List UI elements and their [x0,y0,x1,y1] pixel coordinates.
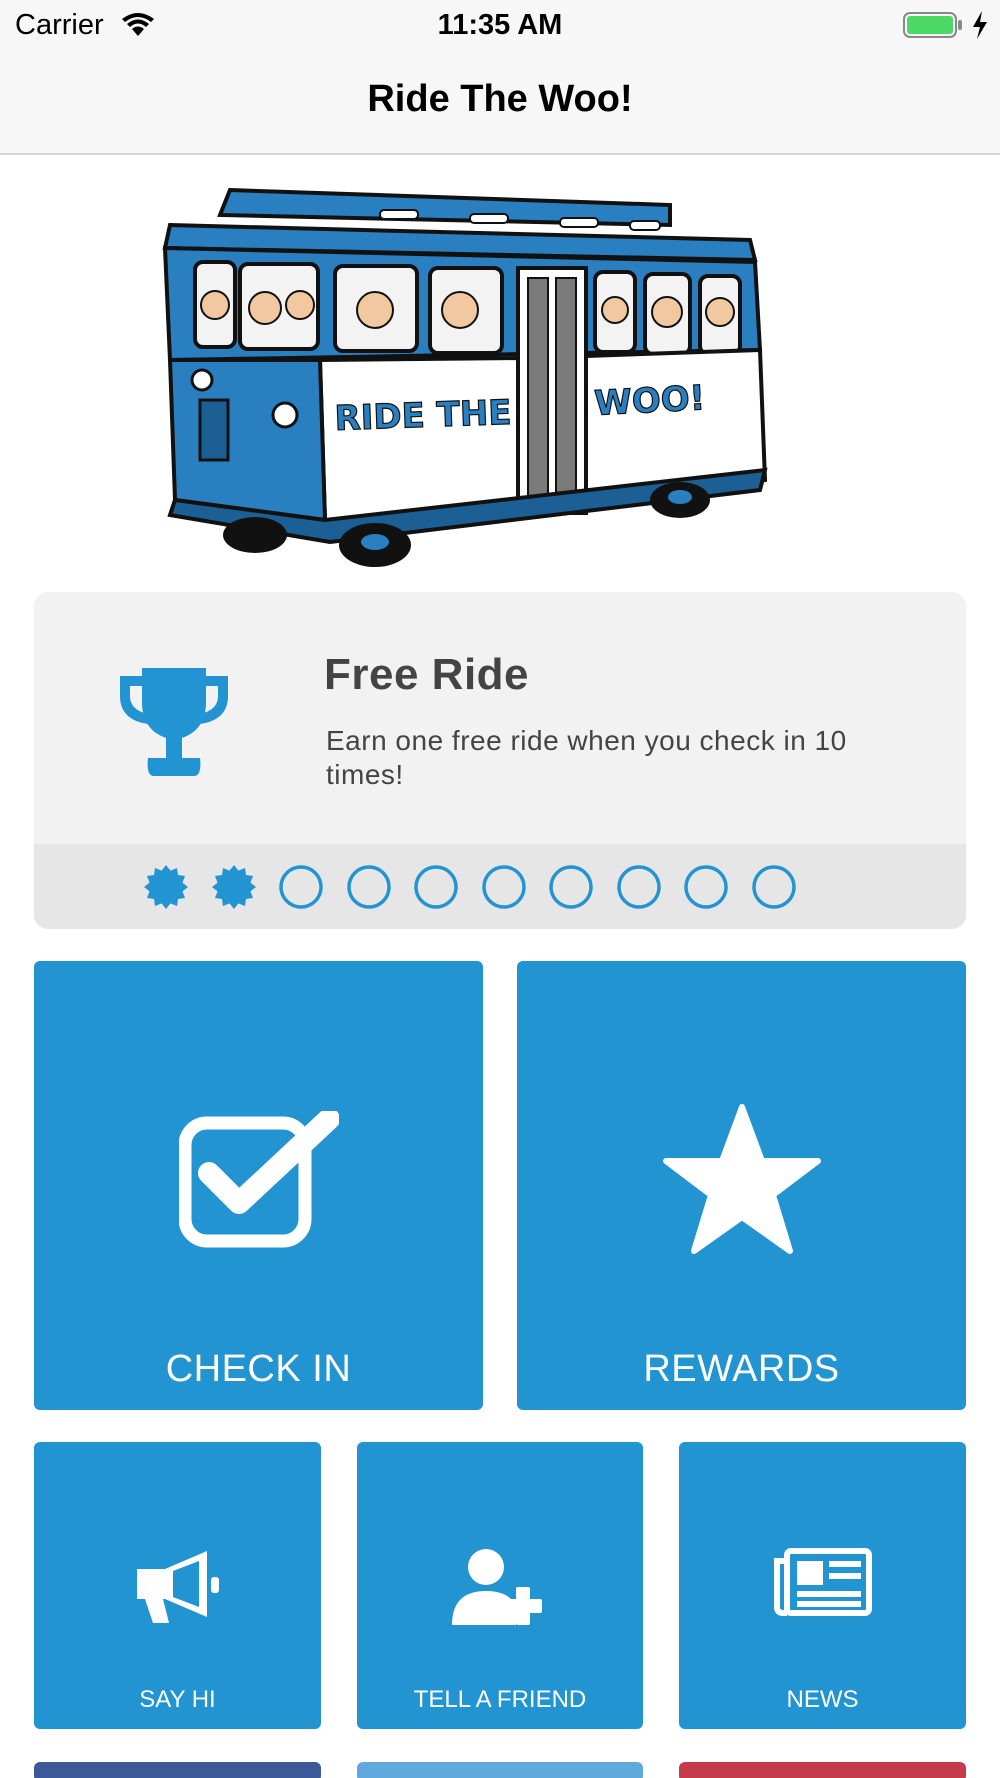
check-in-label: CHECK IN [165,1348,352,1390]
page-title: Ride The Woo! [367,78,633,120]
punch-empty-icon [549,865,593,909]
say-hi-button[interactable]: SAY HI [34,1442,321,1729]
checkbox-icon [179,1111,339,1248]
reward-title: Free Ride [324,650,530,699]
newspaper-icon [774,1548,872,1616]
battery-icon [903,12,962,38]
add-user-icon [452,1549,542,1625]
trolley-illustration: RIDE THE WOO! [162,187,768,567]
tell-a-friend-button[interactable]: TELL A FRIEND [357,1442,643,1729]
charging-icon [973,11,987,39]
news-label: NEWS [786,1686,859,1713]
punch-card-row [34,844,966,929]
punch-empty-icon [684,865,728,909]
clock: 11:35 AM [437,9,563,41]
pinterest-share-button[interactable] [679,1762,966,1778]
reward-progress-card[interactable]: Free Ride Earn one free ride when you ch… [34,592,966,929]
say-hi-label: SAY HI [139,1686,216,1713]
rewards-label: REWARDS [643,1348,840,1390]
trophy-icon [120,668,228,776]
facebook-share-button[interactable] [34,1762,321,1778]
rewards-button[interactable]: REWARDS [517,961,966,1410]
reward-description: Earn one free ride when you check in 10 … [326,725,847,790]
punch-empty-icon [481,865,526,909]
punch-empty-icon [279,865,323,909]
punch-empty-icon [751,865,796,909]
sign-text-right: WOO! [593,378,706,424]
punch-filled-icon [211,865,256,909]
punch-empty-icon [414,865,458,909]
star-icon [663,1104,821,1254]
status-bar: Carrier 11:35 AM [0,0,1000,50]
sign-text-left: RIDE THE [334,393,512,439]
navigation-bar: Ride The Woo! [0,50,1000,155]
twitter-share-button[interactable] [357,1762,643,1778]
punch-filled-icon [144,865,188,909]
punch-empty-icon [346,865,391,909]
tell-a-friend-label: TELL A FRIEND [413,1686,587,1713]
check-in-button[interactable]: CHECK IN [34,961,483,1410]
punch-empty-icon [616,865,661,909]
news-button[interactable]: NEWS [679,1442,966,1729]
megaphone-icon [137,1551,219,1623]
